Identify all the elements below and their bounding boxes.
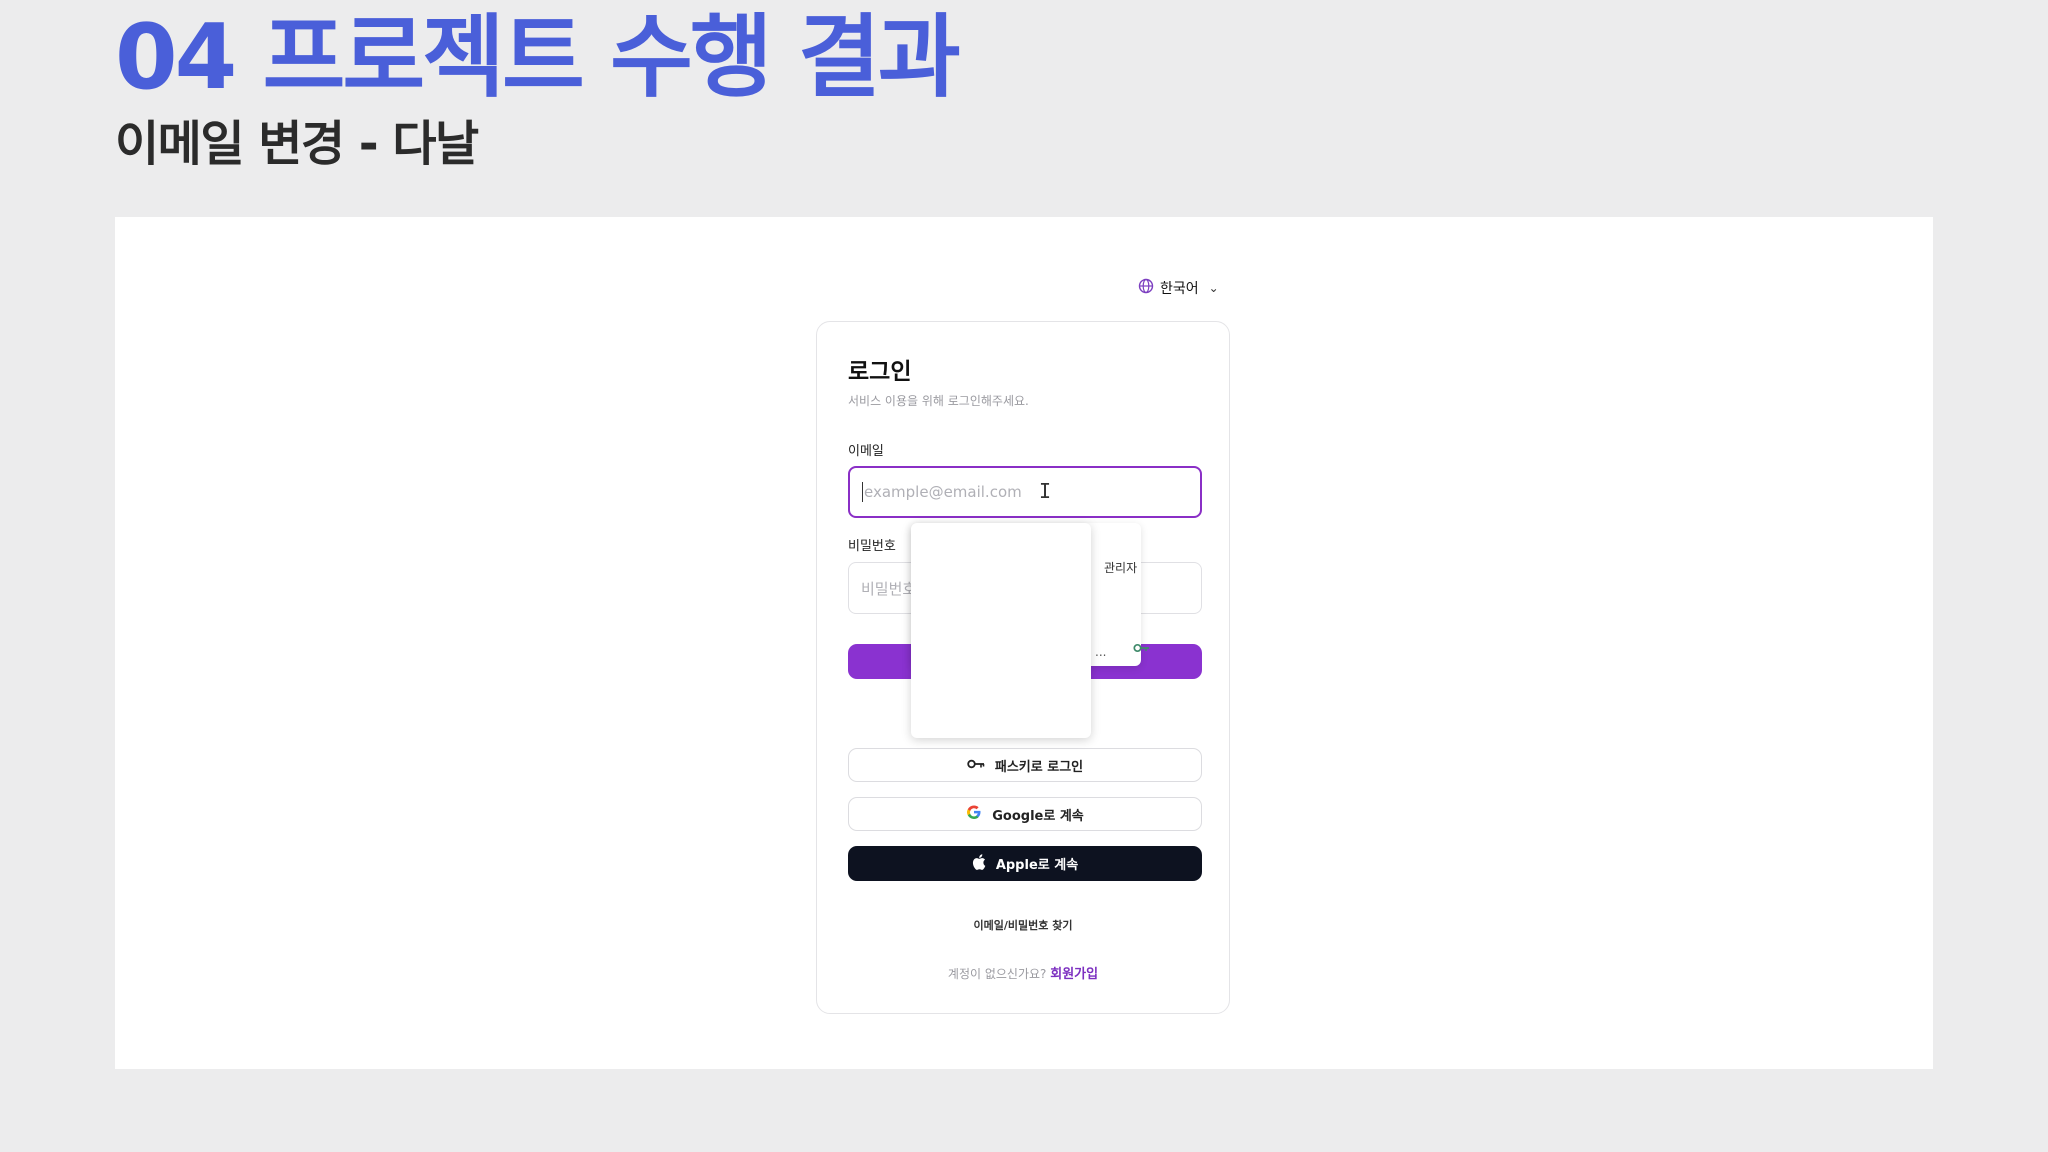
language-label: 한국어 bbox=[1160, 281, 1199, 297]
login-title: 로그인 bbox=[848, 359, 912, 385]
google-login-button[interactable]: Google로 계속 bbox=[848, 797, 1202, 831]
google-icon bbox=[966, 804, 982, 824]
autofill-ellipsis: ... bbox=[1095, 645, 1107, 659]
slide-subtitle: 이메일 변경 - 다날 bbox=[115, 116, 479, 172]
password-manager-key-icon[interactable] bbox=[1133, 642, 1151, 656]
passkey-label: 패스키로 로그인 bbox=[994, 759, 1084, 775]
globe-icon bbox=[1138, 278, 1154, 298]
signup-link[interactable]: 회원가입 bbox=[1050, 967, 1098, 982]
apple-login-button[interactable]: Apple로 계속 bbox=[848, 846, 1202, 881]
ibeam-cursor-icon: I bbox=[1039, 479, 1052, 503]
apple-icon bbox=[972, 853, 986, 874]
email-label: 이메일 bbox=[848, 444, 884, 459]
chevron-down-icon: ⌄ bbox=[1208, 281, 1219, 295]
login-subtitle: 서비스 이용을 위해 로그인해주세요. bbox=[848, 394, 1029, 408]
text-caret bbox=[862, 482, 863, 502]
key-icon bbox=[967, 758, 985, 773]
passkey-login-button[interactable]: 패스키로 로그인 bbox=[848, 748, 1202, 782]
google-label: Google로 계속 bbox=[992, 808, 1084, 824]
language-selector[interactable]: 한국어 ⌄ bbox=[1138, 278, 1219, 298]
apple-label: Apple로 계속 bbox=[995, 858, 1079, 873]
autofill-popup-front[interactable] bbox=[911, 523, 1091, 738]
login-card: 로그인 서비스 이용을 위해 로그인해주세요. 이메일 example@emai… bbox=[816, 321, 1230, 1014]
email-field[interactable]: example@email.com bbox=[848, 466, 1202, 518]
password-placeholder: 비밀번호 bbox=[861, 579, 917, 598]
signup-row: 계정이 없으신가요? 회원가입 bbox=[817, 963, 1229, 982]
autofill-partial-text: 관리자 bbox=[1104, 561, 1138, 575]
password-label: 비밀번호 bbox=[848, 539, 896, 554]
email-placeholder: example@email.com bbox=[864, 483, 1022, 501]
no-account-text: 계정이 없으신가요? bbox=[947, 967, 1047, 981]
slide-title: 04 프로젝트 수행 결과 bbox=[115, 5, 961, 110]
find-account-link[interactable]: 이메일/비밀번호 찾기 bbox=[817, 917, 1229, 933]
